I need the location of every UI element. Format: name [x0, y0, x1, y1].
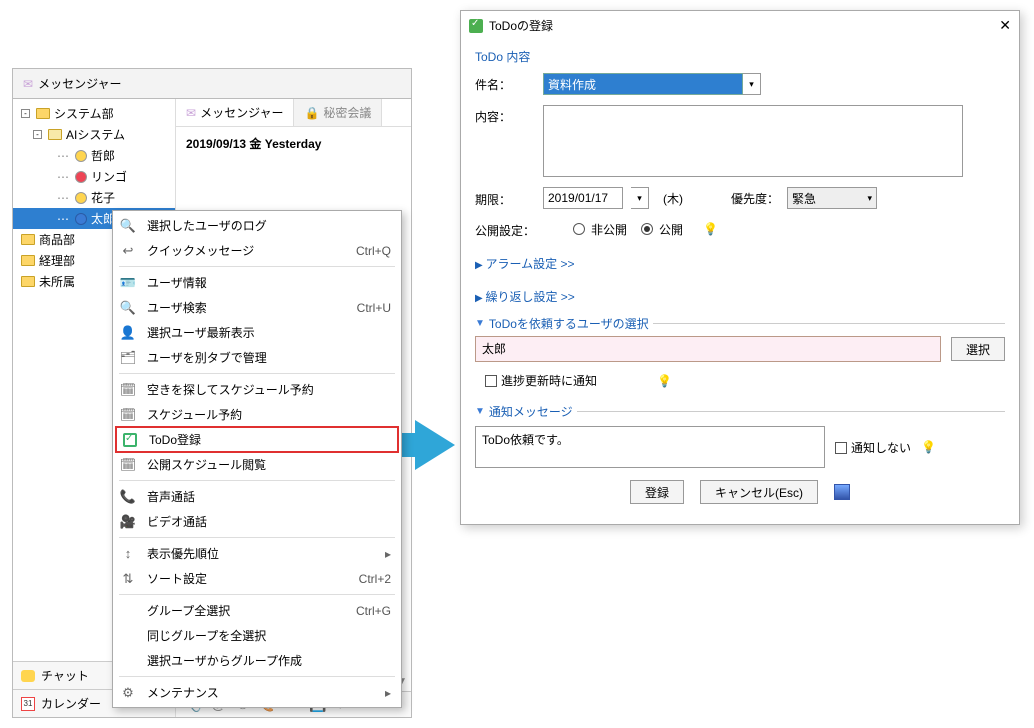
label-visibility: 公開設定：	[475, 219, 535, 239]
context-menu: 🔍選択したユーザのログ ↩クイックメッセージCtrl+Q 🪪ユーザ情報 🔍ユーザ…	[112, 210, 402, 708]
folder-icon	[21, 255, 35, 266]
folder-icon	[21, 276, 35, 287]
section-content-title: ToDo 内容	[475, 44, 1005, 73]
tree-root[interactable]: - システム部	[13, 103, 175, 124]
envelope-icon: ✉	[23, 77, 33, 91]
person-icon	[75, 150, 87, 162]
collapse-icon[interactable]: -	[33, 130, 42, 139]
ctx-public-schedule[interactable]: 🗓公開スケジュール閲覧	[113, 452, 401, 477]
reply-icon: ↩	[119, 243, 137, 259]
chat-icon	[21, 670, 35, 682]
tab-messenger[interactable]: ✉ メッセンジャー	[176, 99, 294, 126]
chevron-down-icon[interactable]: ▼	[475, 318, 485, 329]
sort-icon: ↕	[119, 546, 137, 561]
search-icon: 🔍	[119, 300, 137, 316]
person-icon	[75, 213, 87, 225]
todo-register-dialog: ToDoの登録 ✕ ToDo 内容 件名： ▾ 内容： 期限： ▾ (木) 優先…	[460, 10, 1020, 525]
person-icon	[75, 171, 87, 183]
chevron-down-icon[interactable]: ▾	[743, 73, 761, 95]
chevron-down-icon[interactable]: ▼	[475, 406, 485, 417]
ctx-create-group[interactable]: 選択ユーザからグループ作成	[113, 648, 401, 673]
ctx-user-log[interactable]: 🔍選択したユーザのログ	[113, 213, 401, 238]
date-header: 2019/09/13 金 Yesterday	[176, 127, 411, 160]
ctx-user-search[interactable]: 🔍ユーザ検索Ctrl+U	[113, 295, 401, 320]
gear-icon: ⚙	[119, 685, 137, 701]
tab-secret[interactable]: 🔒 秘密会議	[294, 99, 382, 126]
select-user-button[interactable]: 選択	[951, 337, 1005, 361]
label-deadline: 期限：	[475, 188, 535, 208]
tree-user[interactable]: ⋯リンゴ	[13, 166, 175, 187]
tree-user[interactable]: ⋯花子	[13, 187, 175, 208]
check-icon	[123, 433, 137, 447]
tab-icon: 🗂	[119, 350, 137, 366]
ctx-user-tab[interactable]: 🗂ユーザを別タブで管理	[113, 345, 401, 370]
folder-icon	[21, 234, 35, 245]
section-user-title: ToDoを依頼するユーザの選択	[489, 315, 649, 332]
ctx-quick-message[interactable]: ↩クイックメッセージCtrl+Q	[113, 238, 401, 263]
dialog-titlebar: ToDoの登録 ✕	[461, 11, 1019, 40]
collapse-icon[interactable]: -	[21, 109, 30, 118]
calendar-public-icon: 🗓	[119, 457, 137, 473]
checkbox-no-notify[interactable]: 通知しない	[835, 439, 911, 456]
weekday-label: (木)	[663, 190, 683, 207]
card-icon: 🪪	[119, 275, 137, 291]
sort-icon: ⇅	[119, 571, 137, 587]
ctx-maintenance[interactable]: ⚙メンテナンス▸	[113, 680, 401, 705]
bulb-icon[interactable]: 💡	[657, 374, 672, 388]
content-textarea[interactable]	[543, 105, 963, 177]
bulb-icon[interactable]: 💡	[703, 222, 718, 236]
ctx-voice-call[interactable]: 📞音声通話	[113, 484, 401, 509]
subject-input[interactable]	[543, 73, 743, 95]
envelope-icon: ✉	[186, 106, 196, 120]
phone-icon: 📞	[119, 489, 137, 505]
tree-ai[interactable]: - AIシステム	[13, 124, 175, 145]
label-priority: 優先度：	[731, 190, 779, 207]
radio-public[interactable]	[641, 223, 653, 235]
chevron-down-icon[interactable]: ▾	[631, 187, 649, 209]
save-icon[interactable]	[834, 484, 850, 500]
folder-open-icon	[48, 129, 62, 140]
dialog-title: ToDoの登録	[489, 17, 553, 34]
label-subject: 件名：	[475, 73, 535, 93]
window-title: メッセンジャー	[38, 75, 121, 92]
person-icon: 👤	[119, 325, 137, 341]
calendar-icon: 31	[21, 697, 35, 711]
window-title-bar: ✉ メッセンジャー	[13, 69, 411, 99]
ctx-group-select-all[interactable]: グループ全選択Ctrl+G	[113, 598, 401, 623]
priority-select[interactable]: 緊急 ▾	[787, 187, 877, 209]
section-notify-title: 通知メッセージ	[489, 403, 573, 420]
close-icon[interactable]: ✕	[999, 17, 1011, 34]
calendar-icon: 🗓	[119, 407, 137, 423]
video-icon: 🎥	[119, 514, 137, 530]
ctx-schedule[interactable]: 🗓スケジュール予約	[113, 402, 401, 427]
ctx-user-info[interactable]: 🪪ユーザ情報	[113, 270, 401, 295]
ctx-find-slot[interactable]: 🗓空きを探してスケジュール予約	[113, 377, 401, 402]
notify-message-input[interactable]: ToDo依頼です。	[475, 426, 825, 468]
selected-user-field[interactable]: 太郎	[475, 336, 941, 362]
cancel-button[interactable]: キャンセル(Esc)	[700, 480, 818, 504]
tree-user[interactable]: ⋯哲郎	[13, 145, 175, 166]
bulb-icon[interactable]: 💡	[921, 440, 936, 454]
search-icon: 🔍	[119, 218, 137, 234]
calendar-search-icon: 🗓	[119, 382, 137, 398]
radio-private[interactable]	[573, 223, 585, 235]
deadline-input[interactable]	[543, 187, 623, 209]
ctx-same-group-select[interactable]: 同じグループを全選択	[113, 623, 401, 648]
link-alarm[interactable]: アラーム設定 >>	[475, 253, 574, 279]
ctx-todo-register[interactable]: ToDo登録	[115, 426, 399, 453]
checkbox-progress-notify[interactable]: 進捗更新時に通知	[485, 372, 597, 389]
ctx-user-latest[interactable]: 👤選択ユーザ最新表示	[113, 320, 401, 345]
chevron-down-icon: ▾	[867, 193, 872, 204]
ctx-video-call[interactable]: 🎥ビデオ通話	[113, 509, 401, 534]
check-icon	[469, 19, 483, 33]
ctx-display-priority[interactable]: ↕表示優先順位▸	[113, 541, 401, 566]
folder-icon	[36, 108, 50, 119]
register-button[interactable]: 登録	[630, 480, 684, 504]
person-icon	[75, 192, 87, 204]
ctx-sort-setting[interactable]: ⇅ソート設定Ctrl+2	[113, 566, 401, 591]
lock-icon: 🔒	[304, 106, 319, 120]
label-content: 内容：	[475, 105, 535, 125]
link-repeat[interactable]: 繰り返し設定 >>	[475, 286, 575, 312]
